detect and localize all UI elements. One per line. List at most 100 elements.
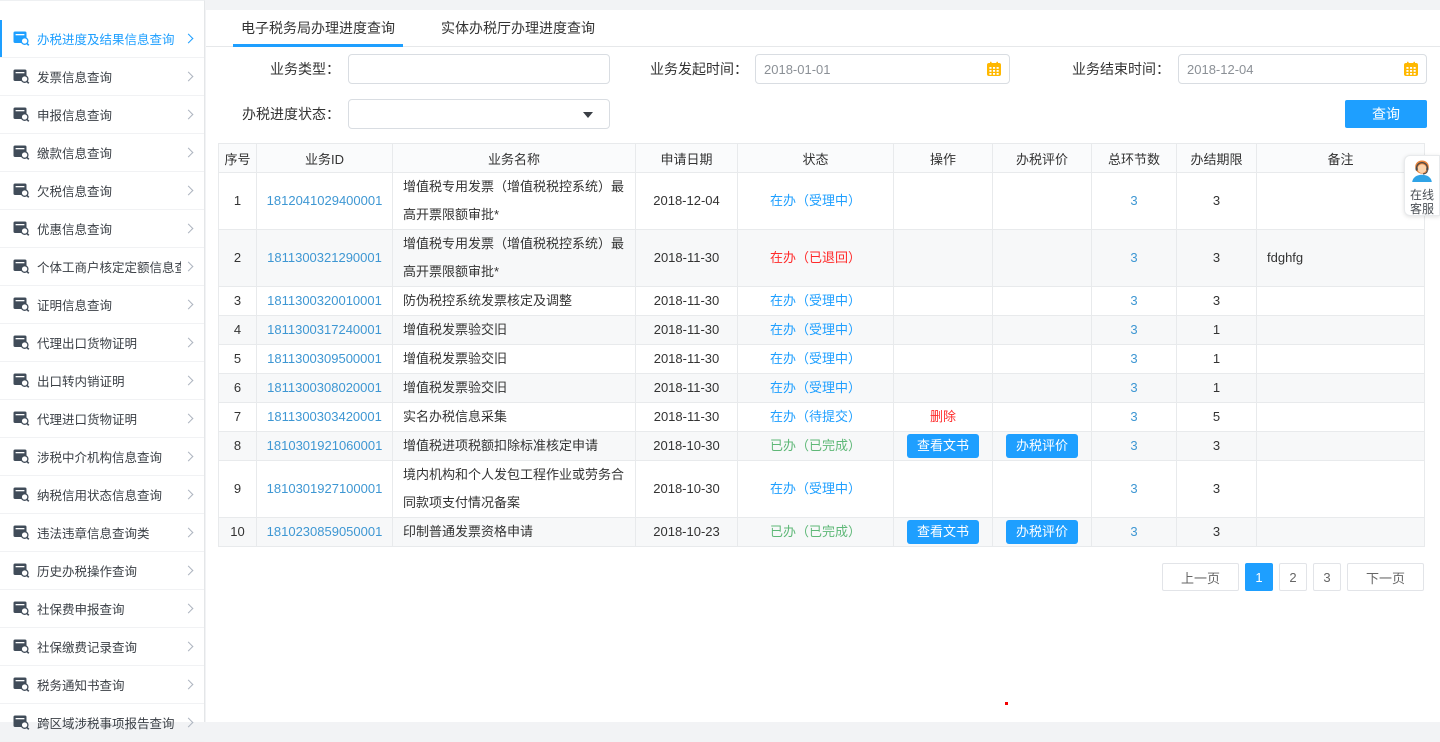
total-steps-link[interactable]: 3 [1130, 438, 1137, 453]
sidebar-item[interactable]: 税务通知书查询 [0, 666, 204, 704]
column-header: 办结期限 [1177, 144, 1257, 173]
tab-physical-hall-progress[interactable]: 实体办税厅办理进度查询 [433, 10, 603, 46]
pagination-next-button[interactable]: 下一页 [1347, 563, 1424, 591]
pagination-page-button[interactable]: 2 [1279, 563, 1307, 591]
cell-total-steps: 3 [1092, 173, 1177, 230]
business-id-link[interactable]: 1810301921060001 [267, 438, 383, 453]
view-document-button[interactable]: 查看文书 [907, 434, 979, 458]
total-steps-link[interactable]: 3 [1130, 380, 1137, 395]
sidebar-item[interactable]: 历史办税操作查询 [0, 552, 204, 590]
chevron-right-icon [184, 528, 194, 538]
cell-deadline: 5 [1177, 403, 1257, 432]
sidebar-item-label: 跨区域涉税事项报告查询 [37, 713, 181, 732]
sidebar-item[interactable]: 优惠信息查询 [0, 210, 204, 248]
sidebar-item[interactable]: 缴款信息查询 [0, 134, 204, 172]
total-steps-link[interactable]: 3 [1130, 293, 1137, 308]
cell-status: 在办（受理中） [738, 374, 894, 403]
status-text: 已办（已完成） [770, 524, 861, 539]
cell-total-steps: 3 [1092, 403, 1177, 432]
online-service-widget[interactable]: 在线 客服 [1404, 155, 1440, 216]
sidebar-item[interactable]: 办税进度及结果信息查询 [0, 20, 204, 58]
cell-total-steps: 3 [1092, 230, 1177, 287]
status-text: 在办（受理中） [770, 481, 861, 496]
tab-electronic-bureau-progress[interactable]: 电子税务局办理进度查询 [233, 10, 403, 46]
delete-link[interactable]: 删除 [930, 409, 956, 424]
cell-business-name: 增值税发票验交旧 [393, 374, 636, 403]
pagination-prev-button[interactable]: 上一页 [1162, 563, 1239, 591]
business-id-link[interactable]: 1811300309500001 [267, 351, 382, 366]
total-steps-link[interactable]: 3 [1130, 193, 1137, 208]
chevron-right-icon [184, 490, 194, 500]
business-id-link[interactable]: 1810230859050001 [267, 524, 383, 539]
sidebar-item[interactable]: 社保费申报查询 [0, 590, 204, 628]
total-steps-link[interactable]: 3 [1130, 322, 1137, 337]
cell-business-id: 1810301921060001 [257, 432, 393, 461]
query-button[interactable]: 查询 [1345, 100, 1427, 128]
cell-status: 在办（受理中） [738, 173, 894, 230]
business-id-link[interactable]: 1811300303420001 [267, 409, 382, 424]
sidebar-item[interactable]: 个体工商户核定定额信息查询 [0, 248, 204, 286]
sidebar-item-label: 违法违章信息查询类 [37, 523, 181, 542]
cell-deadline: 3 [1177, 432, 1257, 461]
cell-seq: 1 [219, 173, 257, 230]
view-document-button[interactable]: 查看文书 [907, 520, 979, 544]
column-header: 申请日期 [636, 144, 738, 173]
total-steps-link[interactable]: 3 [1130, 409, 1137, 424]
sidebar-item[interactable]: 代理进口货物证明 [0, 400, 204, 438]
total-steps-link[interactable]: 3 [1130, 351, 1137, 366]
sidebar-item-label: 发票信息查询 [37, 67, 181, 86]
chevron-right-icon [184, 148, 194, 158]
sidebar-item[interactable]: 跨区域涉税事项报告查询 [0, 704, 204, 742]
sidebar-item[interactable]: 涉税中介机构信息查询 [0, 438, 204, 476]
sidebar-item[interactable]: 社保缴费记录查询 [0, 628, 204, 666]
business-id-link[interactable]: 1811300321290001 [267, 250, 382, 265]
sidebar-item[interactable]: 违法违章信息查询类 [0, 514, 204, 552]
cell-apply-date: 2018-11-30 [636, 316, 738, 345]
cell-business-id: 1811300303420001 [257, 403, 393, 432]
business-id-link[interactable]: 1810301927100001 [267, 481, 383, 496]
column-header: 备注 [1257, 144, 1425, 173]
start-time-input[interactable] [755, 54, 1010, 84]
total-steps-link[interactable]: 3 [1130, 524, 1137, 539]
cell-evaluation: 办税评价 [993, 518, 1092, 547]
calendar-icon[interactable] [986, 61, 1002, 77]
sidebar-item[interactable]: 出口转内销证明 [0, 362, 204, 400]
cell-operation [894, 461, 993, 518]
certificate-info-icon [13, 297, 30, 312]
business-id-link[interactable]: 1812041029400001 [267, 193, 383, 208]
cell-business-name: 增值税专用发票（增值税税控系统）最高开票限额审批* [393, 230, 636, 287]
sidebar-item[interactable]: 代理出口货物证明 [0, 324, 204, 362]
table-row: 81810301921060001增值税进项税额扣除标准核定申请2018-10-… [219, 432, 1425, 461]
cell-business-name: 增值税发票验交旧 [393, 345, 636, 374]
chevron-right-icon [184, 110, 194, 120]
sidebar-item[interactable]: 发票信息查询 [0, 58, 204, 96]
sidebar-item[interactable]: 纳税信用状态信息查询 [0, 476, 204, 514]
status-text: 在办（受理中） [770, 351, 861, 366]
cell-deadline: 1 [1177, 316, 1257, 345]
total-steps-link[interactable]: 3 [1130, 481, 1137, 496]
cell-apply-date: 2018-11-30 [636, 287, 738, 316]
pagination-page-button[interactable]: 1 [1245, 563, 1273, 591]
sidebar-item[interactable]: 欠税信息查询 [0, 172, 204, 210]
business-type-input[interactable] [348, 54, 610, 84]
end-time-input[interactable] [1178, 54, 1427, 84]
business-id-link[interactable]: 1811300317240001 [267, 322, 382, 337]
sidebar-item-label: 历史办税操作查询 [37, 561, 181, 580]
pagination-page-button[interactable]: 3 [1313, 563, 1341, 591]
progress-status-select[interactable] [348, 99, 610, 129]
calendar-icon[interactable] [1403, 61, 1419, 77]
table-row: 61811300308020001增值税发票验交旧2018-11-30在办（受理… [219, 374, 1425, 403]
cell-apply-date: 2018-11-30 [636, 374, 738, 403]
total-steps-link[interactable]: 3 [1130, 250, 1137, 265]
table-row: 101810230859050001印制普通发票资格申请2018-10-23已办… [219, 518, 1425, 547]
column-header: 总环节数 [1092, 144, 1177, 173]
business-id-link[interactable]: 1811300320010001 [267, 293, 382, 308]
payment-info-icon [13, 145, 30, 160]
cell-operation: 查看文书 [894, 432, 993, 461]
sidebar-item[interactable]: 申报信息查询 [0, 96, 204, 134]
business-id-link[interactable]: 1811300308020001 [267, 380, 382, 395]
cell-business-name: 境内机构和个人发包工程作业或劳务合同款项支付情况备案 [393, 461, 636, 518]
evaluation-button[interactable]: 办税评价 [1006, 520, 1078, 544]
evaluation-button[interactable]: 办税评价 [1006, 434, 1078, 458]
sidebar-item[interactable]: 证明信息查询 [0, 286, 204, 324]
